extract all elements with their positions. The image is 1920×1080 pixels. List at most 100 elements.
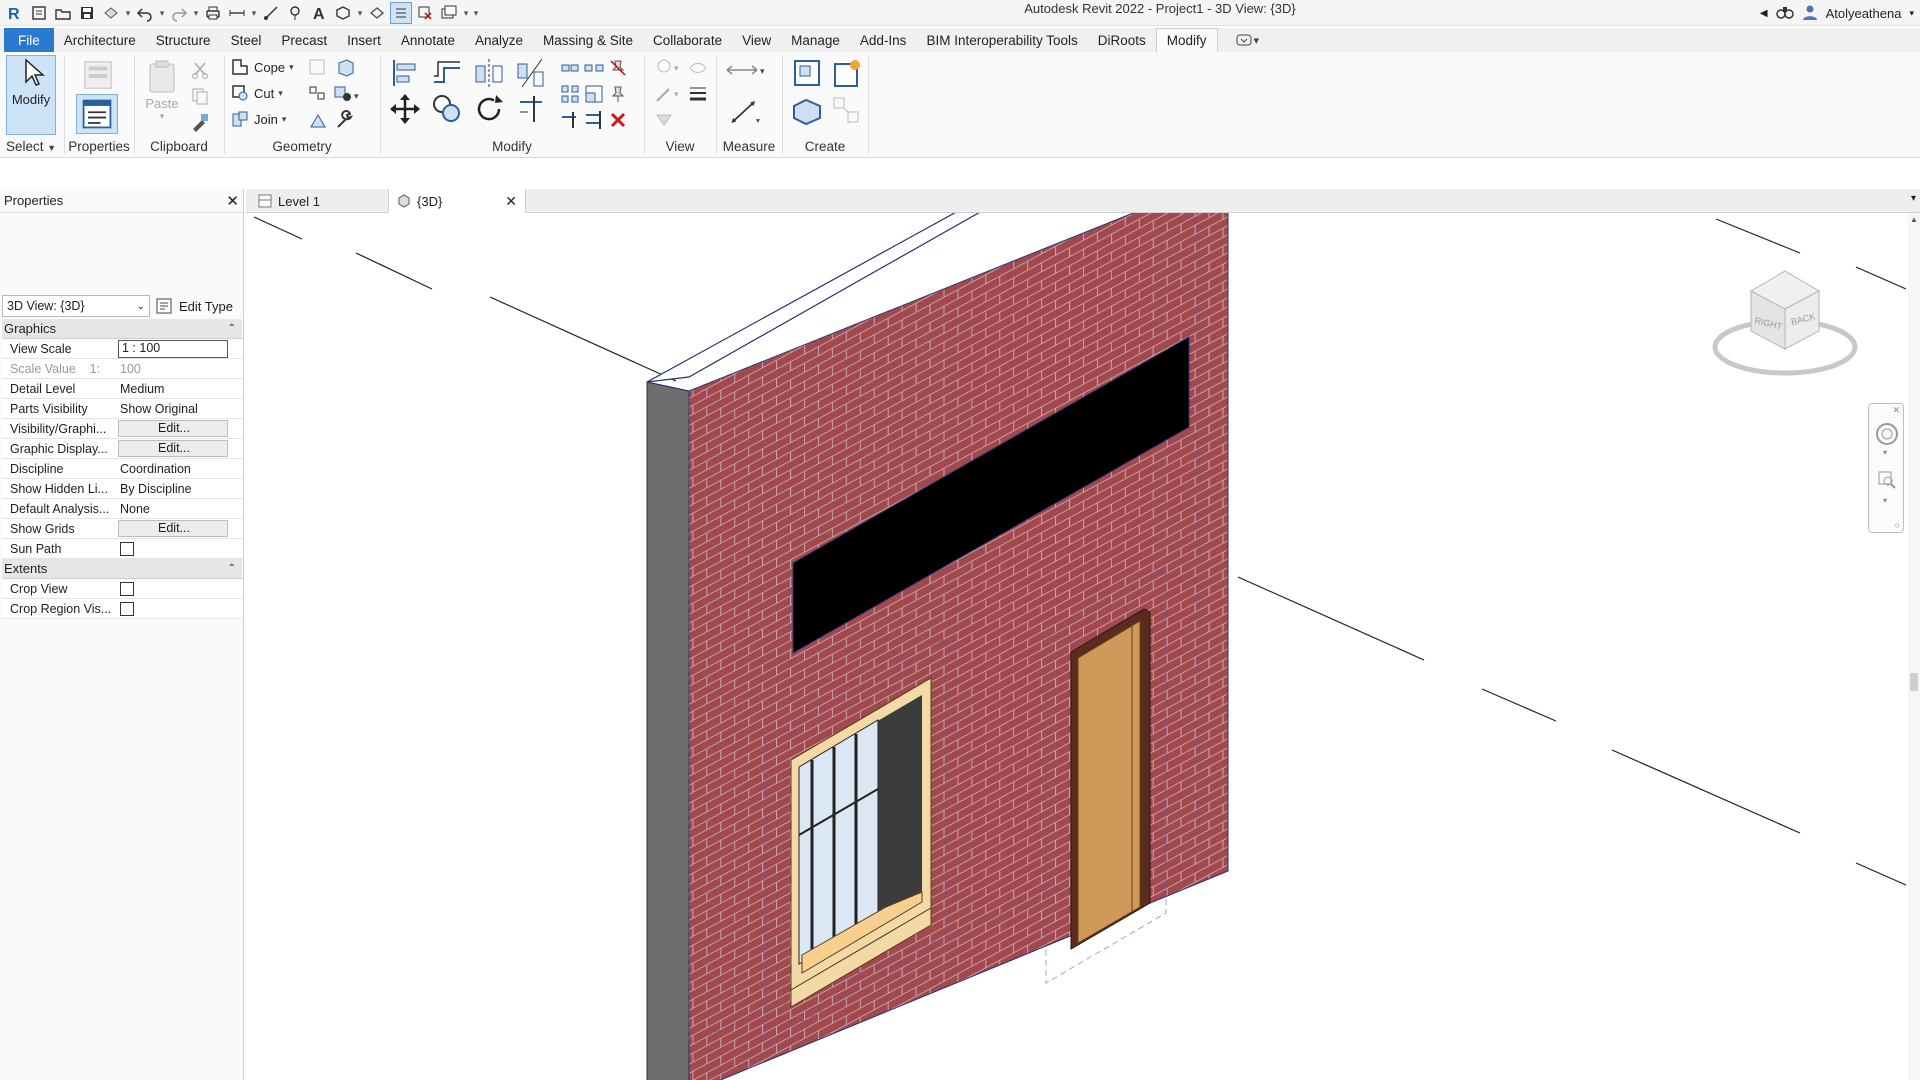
detail-level-value[interactable]: Medium (118, 382, 228, 396)
edit-type-button[interactable]: Edit Type (156, 295, 233, 317)
group-extents[interactable]: Extents ⌃ (2, 559, 242, 579)
array-icon[interactable] (558, 82, 582, 106)
tab-structure[interactable]: Structure (146, 28, 221, 52)
tab-modify[interactable]: Modify (1155, 28, 1218, 52)
revit-logo-icon[interactable]: R (4, 2, 26, 24)
tab-annotate[interactable]: Annotate (391, 28, 465, 52)
show-hidden-lines-value[interactable]: By Discipline (118, 482, 228, 496)
properties-button[interactable] (76, 94, 118, 134)
close-navbar-icon[interactable]: ✕ (1892, 405, 1900, 416)
zoom-dropdown-icon[interactable]: ▾ (1883, 496, 1887, 505)
tab-file[interactable]: File (4, 28, 54, 52)
tab-architecture[interactable]: Architecture (54, 28, 146, 52)
hide-in-view-icon[interactable] (686, 56, 710, 80)
tab-add-ins[interactable]: Add-Ins (850, 28, 917, 52)
cope-button[interactable]: Cope ▾ (230, 57, 294, 77)
tab-analyze[interactable]: Analyze (465, 28, 533, 52)
close-hidden-windows-icon[interactable] (414, 2, 436, 24)
home-icon[interactable] (28, 2, 50, 24)
steering-wheel-icon[interactable] (1875, 422, 1899, 446)
open-icon[interactable] (52, 2, 74, 24)
door[interactable] (1070, 608, 1151, 950)
binoculars-icon[interactable] (1775, 4, 1794, 23)
split-face-icon[interactable] (334, 56, 358, 80)
uncut-icon[interactable] (306, 108, 330, 132)
create-group-icon[interactable] (788, 92, 826, 130)
vertical-scrollbar[interactable]: ▲ (1908, 213, 1920, 1080)
type-selector[interactable]: 3D View: {3D} ⌄ (2, 295, 150, 317)
switch-windows-icon[interactable] (438, 2, 460, 24)
view-tab-3d[interactable]: {3D} ✕ (388, 189, 526, 213)
mirror-pick-axis-icon[interactable] (470, 54, 508, 92)
split-with-gap-icon[interactable] (582, 56, 606, 80)
select-label[interactable]: Select ▼ (0, 139, 62, 154)
tab-massing-site[interactable]: Massing & Site (533, 28, 643, 52)
save-icon[interactable] (76, 2, 98, 24)
mirror-draw-axis-icon[interactable] (512, 54, 550, 92)
pin-icon[interactable] (606, 82, 630, 106)
caret-left-icon[interactable]: ◀ (1760, 8, 1768, 19)
measure-dropdown-icon[interactable]: ▾ (250, 8, 258, 19)
redo-dropdown-icon[interactable]: ▾ (192, 8, 200, 19)
default-3d-view-icon[interactable] (332, 2, 354, 24)
user-dropdown-icon[interactable]: ▾ (1909, 8, 1914, 19)
3d-dropdown-icon[interactable]: ▾ (356, 8, 364, 19)
graphic-display-edit-button[interactable]: Edit... (118, 440, 228, 457)
move-icon[interactable] (386, 90, 424, 128)
tab-steel[interactable]: Steel (221, 28, 272, 52)
view-scale-input[interactable]: 1 : 100 (118, 339, 228, 358)
redo-icon[interactable] (168, 2, 190, 24)
tab-diroots[interactable]: DiRoots (1088, 28, 1156, 52)
dropdown-arrow-icon[interactable]: ▾ (124, 8, 132, 19)
offset-icon[interactable] (428, 54, 466, 92)
create-parts-icon[interactable] (828, 54, 866, 92)
unpin-icon[interactable] (606, 56, 630, 80)
tab-collaborate[interactable]: Collaborate (643, 28, 732, 52)
align-icon[interactable] (386, 54, 424, 92)
drawing-canvas[interactable]: RIGHT BACK ✕ ▾ ▾ ○ ▲ (246, 213, 1920, 1080)
match-properties-icon[interactable] (188, 110, 212, 134)
group-graphics[interactable]: Graphics ⌃ (2, 319, 242, 339)
zoom-icon[interactable] (1877, 470, 1897, 490)
user-icon[interactable] (1802, 4, 1818, 23)
paint-icon[interactable]: ▾ (330, 82, 364, 106)
measure-icon[interactable]: ▾ (724, 94, 766, 130)
tab-precast[interactable]: Precast (271, 28, 337, 52)
override-graphics-icon[interactable]: ▾ (652, 56, 686, 80)
measure-qat-icon[interactable] (226, 2, 248, 24)
undo-icon[interactable] (134, 2, 156, 24)
tab-bim-interoperability[interactable]: BIM Interoperability Tools (916, 28, 1087, 52)
measure-between-icon[interactable]: ▾ (722, 58, 770, 82)
tag-icon[interactable] (284, 2, 306, 24)
demolish-icon[interactable] (306, 82, 330, 106)
copy-icon[interactable] (188, 84, 212, 108)
scrollbar-thumb[interactable] (1910, 673, 1918, 691)
wheel-dropdown-icon[interactable]: ▾ (1883, 448, 1887, 457)
wall-joins-icon[interactable] (306, 56, 330, 80)
viewcube[interactable]: RIGHT BACK (1710, 257, 1860, 377)
dimension-icon[interactable] (260, 2, 282, 24)
3d-model-view[interactable] (246, 213, 1920, 1080)
create-similar-icon[interactable] (828, 92, 866, 130)
scroll-up-icon[interactable]: ▲ (1910, 215, 1918, 224)
text-icon[interactable]: A (308, 2, 330, 24)
scale-icon[interactable] (582, 82, 606, 106)
close-icon[interactable]: ✕ (226, 192, 239, 210)
join-button[interactable]: Join ▾ (230, 109, 286, 129)
paste-button[interactable]: Paste ▾ (144, 58, 180, 122)
trim-multiple-icon[interactable] (582, 108, 606, 132)
tab-view[interactable]: View (732, 28, 781, 52)
split-element-icon[interactable] (558, 56, 582, 80)
tab-overflow-icon[interactable]: ▾ (1911, 193, 1916, 204)
parts-visibility-value[interactable]: Show Original (118, 402, 228, 416)
view-tab-level-1[interactable]: Level 1 (250, 189, 390, 213)
navbar-options-icon[interactable]: ○ (1895, 520, 1900, 530)
show-grids-edit-button[interactable]: Edit... (118, 520, 228, 537)
print-icon[interactable] (202, 2, 224, 24)
discipline-value[interactable]: Coordination (118, 462, 228, 476)
user-name[interactable]: Atolyeathena (1826, 6, 1902, 21)
trim-single-icon[interactable] (558, 108, 582, 132)
sync-icon[interactable] (100, 2, 122, 24)
delete-icon[interactable] (606, 108, 630, 132)
crop-view-checkbox[interactable] (120, 581, 134, 596)
